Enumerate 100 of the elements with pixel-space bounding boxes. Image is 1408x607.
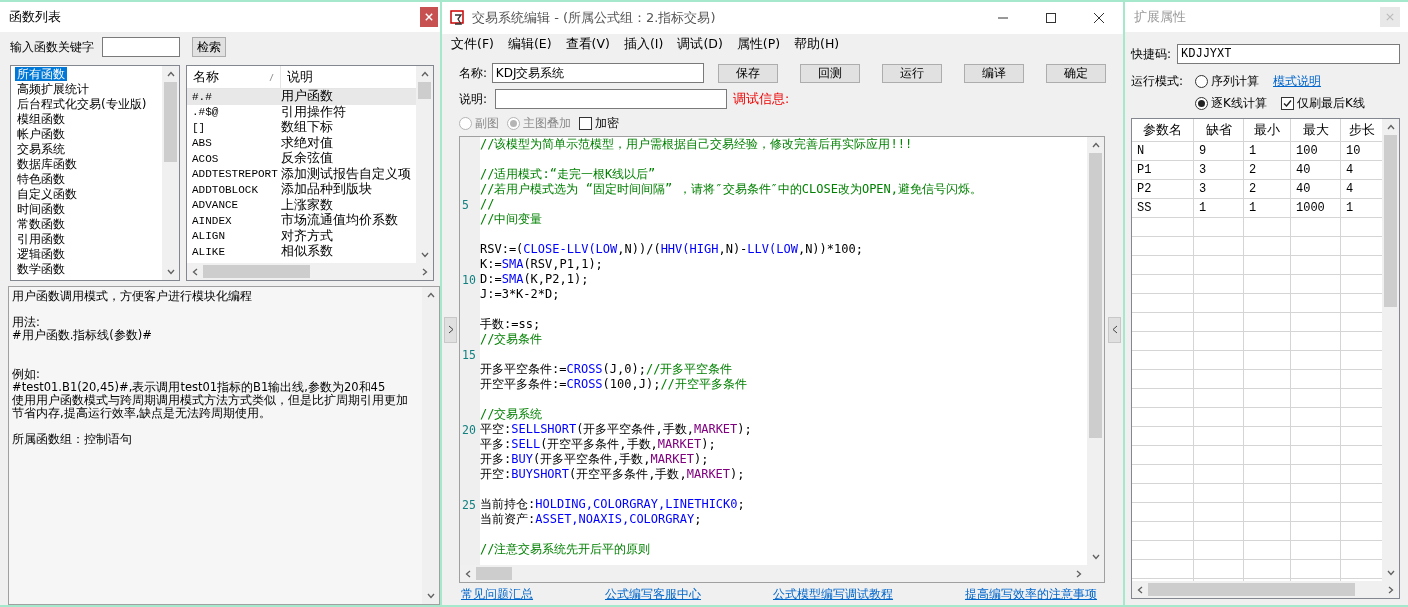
maximize-icon [1045, 12, 1057, 24]
chevron-right-icon[interactable] [1075, 569, 1084, 578]
column-header[interactable]: 名称 [187, 66, 281, 88]
function-row[interactable]: .#$@ 引用操作符 [187, 104, 416, 120]
category-item[interactable]: 常数函数 [15, 217, 67, 231]
category-item[interactable]: 特色函数 [15, 172, 67, 186]
menu-item[interactable]: 插入(I) [623, 35, 664, 53]
function-row[interactable]: ALIGN 对齐方式 [187, 228, 416, 244]
radio-button[interactable] [1195, 96, 1208, 110]
category-item[interactable]: 所有函数 [15, 67, 67, 81]
close-icon [1386, 13, 1394, 21]
help-link[interactable]: 提高编写效率的注意事项 [965, 585, 1097, 603]
help-text: 例如: [12, 368, 41, 381]
function-row[interactable]: ALIKE 相似系数 [187, 244, 416, 260]
action-button[interactable]: 编译 [964, 63, 1024, 83]
action-button[interactable]: 保存 [718, 63, 778, 83]
column-header[interactable]: 缺省 [1194, 119, 1244, 141]
function-row[interactable]: [] 数组下标 [187, 120, 416, 136]
table-cell: 40 [1291, 180, 1341, 198]
function-row[interactable]: ACOS 反余弦值 [187, 151, 416, 167]
vertical-scrollbar[interactable] [422, 287, 439, 604]
function-row[interactable]: AINDEX 市场流通值均价系数 [187, 213, 416, 229]
chevron-left-icon[interactable] [1136, 585, 1144, 594]
chevron-up-icon[interactable] [166, 70, 175, 78]
category-item[interactable]: 模组函数 [15, 112, 67, 126]
column-header[interactable]: 最大 [1291, 119, 1341, 141]
vertical-scrollbar[interactable] [416, 66, 433, 263]
chevron-up-icon[interactable] [1386, 123, 1395, 131]
chevron-down-icon[interactable] [420, 251, 429, 259]
chevron-up-icon[interactable] [420, 70, 429, 78]
table-cell: 9 [1194, 142, 1244, 160]
menu-item[interactable]: 属性(P) [736, 35, 781, 53]
menu-item[interactable]: 编辑(E) [507, 35, 552, 53]
chevron-down-icon[interactable] [1091, 553, 1100, 561]
expand-tab[interactable] [444, 316, 457, 343]
vertical-scrollbar[interactable] [1382, 119, 1399, 581]
chevron-right-icon[interactable] [421, 267, 429, 276]
line-number: 5 [462, 197, 469, 212]
action-button[interactable]: 回测 [800, 63, 860, 83]
menu-item[interactable]: 查看(V) [565, 35, 610, 53]
vertical-scrollbar[interactable] [1087, 137, 1104, 565]
scrollbar-thumb[interactable] [203, 265, 310, 278]
shortcut-field[interactable]: KDJJYXT [1177, 44, 1400, 64]
column-header[interactable]: 说明 [281, 66, 416, 88]
close-button[interactable] [420, 7, 438, 27]
scrollbar-thumb[interactable] [1089, 153, 1102, 439]
chevron-left-icon[interactable] [191, 267, 199, 276]
function-row[interactable]: ADDTOBLOCK 添加品种到版块 [187, 182, 416, 198]
checkbox[interactable] [1280, 96, 1294, 110]
help-link[interactable]: 公式编写客服中心 [605, 585, 701, 603]
category-item[interactable]: 数据库函数 [15, 157, 79, 171]
checkbox[interactable] [579, 116, 592, 130]
description-field[interactable] [495, 89, 727, 109]
category-item[interactable]: 后台程式化交易(专业版) [15, 97, 149, 111]
code-editor[interactable] [459, 136, 1105, 583]
function-row[interactable]: ABS 求绝对值 [187, 135, 416, 151]
action-button[interactable]: 运行 [882, 63, 942, 83]
chevron-up-icon[interactable] [1091, 141, 1100, 149]
search-button[interactable]: 检索 [192, 37, 226, 57]
function-row[interactable]: #.# 用户函数 [187, 89, 416, 105]
column-header[interactable]: 最小 [1244, 119, 1291, 141]
menu-item[interactable]: 帮助(H) [794, 35, 840, 53]
horizontal-scrollbar[interactable] [460, 565, 1088, 582]
help-link[interactable]: 公式模型编写调试教程 [773, 585, 893, 603]
radio-button[interactable] [1195, 74, 1208, 88]
category-item[interactable]: 数学函数 [15, 262, 67, 276]
chevron-down-icon[interactable] [426, 592, 435, 600]
horizontal-scrollbar[interactable] [187, 263, 433, 280]
category-item[interactable]: 交易系统 [15, 142, 67, 156]
category-item[interactable]: 帐户函数 [15, 127, 67, 141]
action-button[interactable]: 确定 [1046, 63, 1106, 83]
scrollbar-thumb[interactable] [418, 82, 431, 99]
chevron-up-icon[interactable] [426, 291, 435, 299]
menu-item[interactable]: 文件(F) [451, 35, 494, 53]
scrollbar-thumb[interactable] [476, 567, 512, 580]
chevron-left-icon[interactable] [464, 569, 472, 578]
chevron-down-icon[interactable] [1386, 569, 1395, 577]
function-row[interactable]: ADDTESTREPORT 添加测试报告自定义项 [187, 166, 416, 182]
category-item[interactable]: 时间函数 [15, 202, 67, 216]
scrollbar-thumb[interactable] [1384, 135, 1397, 307]
scrollbar-thumb[interactable] [1148, 583, 1355, 596]
collapse-tab[interactable] [1108, 316, 1121, 343]
mode-help-link[interactable]: 模式说明 [1273, 72, 1321, 90]
chevron-right-icon[interactable] [1387, 585, 1395, 594]
scrollbar-thumb[interactable] [164, 82, 177, 163]
name-field[interactable]: KDJ交易系统 [491, 63, 704, 83]
horizontal-scrollbar[interactable] [1132, 581, 1399, 598]
menu-item[interactable]: 调试(D) [677, 35, 723, 53]
code-line: RSV:=(CLOSE-LLV(LOW,N))/(HHV(HIGH,N)-LLV(LOW,N))*100; [480, 242, 863, 257]
help-link[interactable]: 常见问题汇总 [461, 585, 533, 603]
column-header[interactable]: 参数名 [1132, 119, 1194, 141]
checkbox-label: 加密 [595, 114, 619, 132]
category-item[interactable]: 自定义函数 [15, 187, 79, 201]
category-item[interactable]: 引用函数 [15, 232, 67, 246]
function-row[interactable]: ADVANCE 上涨家数 [187, 197, 416, 213]
chevron-down-icon[interactable] [166, 268, 175, 276]
category-item[interactable]: 高频扩展统计 [15, 82, 91, 96]
vertical-scrollbar[interactable] [162, 66, 179, 280]
category-item[interactable]: 逻辑函数 [15, 247, 67, 261]
keyword-field[interactable] [102, 37, 180, 57]
